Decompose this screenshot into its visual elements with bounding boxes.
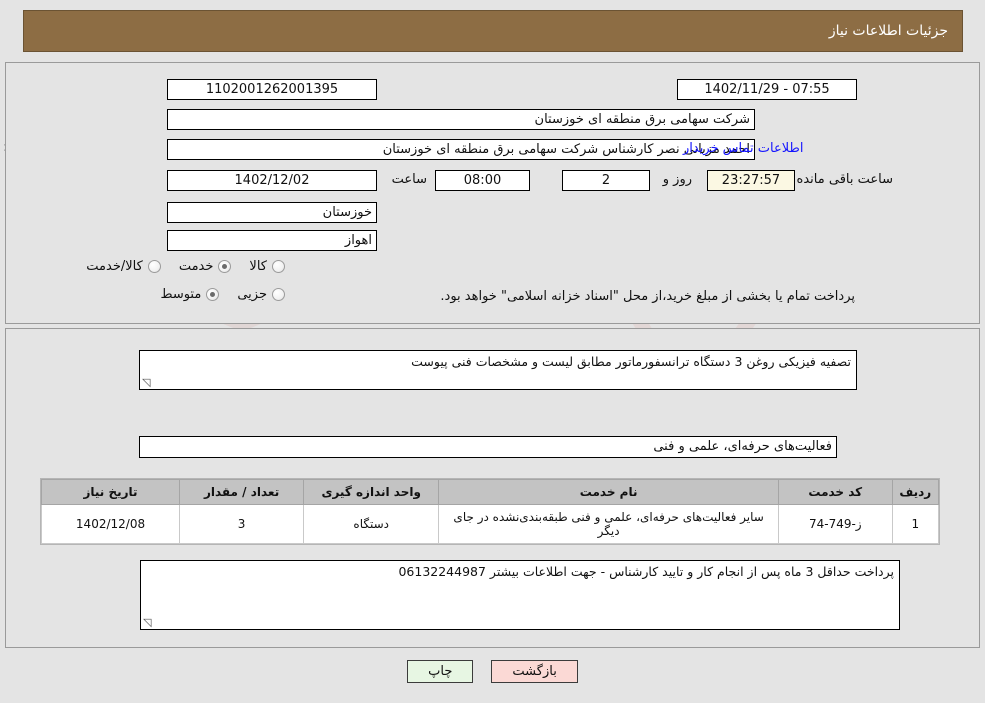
services-table-wrap: ردیف کد خدمت نام خدمت واحد اندازه گیری تعداد… [40, 478, 940, 545]
announce-date-value: 07:55 - 1402/11/29 [677, 79, 857, 100]
creator-value: احمد مزبانی نصر کارشناس شرکت سهامی برق م… [167, 139, 755, 160]
table-cell-date: 1402/12/08 [40, 504, 181, 544]
description-value: تصفیه فیزیکی روغن 3 دستگاه ترانسفورماتور… [411, 354, 851, 369]
category-option-label: کالا [249, 259, 267, 274]
need-number-value: 1102001262001395 [167, 79, 377, 100]
deadline-date-value: 1402/12/02 [167, 170, 377, 191]
table-header-cell: تعداد / مقدار [179, 479, 305, 505]
buyer-contact-link[interactable]: اطلاعات تماس خریدار [683, 141, 803, 156]
comments-value: پرداخت حداقل 3 ماه پس از انجام کار و تای… [398, 564, 894, 579]
category-radio-icon[interactable] [272, 260, 285, 273]
table-header-row: ردیف کد خدمت نام خدمت واحد اندازه گیری تعداد… [40, 479, 940, 505]
process-option-1[interactable]: متوسط [160, 287, 220, 302]
days-label: روز و [662, 172, 692, 187]
process-radio-icon[interactable] [206, 288, 220, 301]
services-table: ردیف کد خدمت نام خدمت واحد اندازه گیری تعداد… [40, 479, 940, 544]
process-option-0[interactable]: جزیی [237, 287, 285, 302]
process-option-label: متوسط [160, 287, 202, 302]
remaining-days-value: 2 [562, 170, 650, 191]
service-group-value: فعالیت‌های حرفه‌ای، علمی و فنی [139, 436, 837, 458]
page-header: جزئیات اطلاعات نیاز [23, 10, 963, 52]
remaining-label: ساعت باقی مانده [796, 172, 893, 187]
resize-grip-icon[interactable]: ◸ [142, 376, 152, 389]
table-cell-code: ز-749-74 [778, 504, 893, 544]
buyer-org-value: شرکت سهامی برق منطقه ای خوزستان [167, 109, 755, 130]
tender-details-page: AnaTender.net جزئیات اطلاعات نیاز شماره … [0, 0, 985, 703]
process-radio-icon[interactable] [272, 288, 285, 301]
category-radio-icon[interactable] [218, 260, 232, 273]
table-header-cell: نام خدمت [438, 479, 780, 505]
general-info-panel [5, 62, 980, 324]
comments-textarea[interactable]: پرداخت حداقل 3 ماه پس از انجام کار و تای… [140, 560, 900, 630]
table-row: 1 ز-749-74 سایر فعالیت‌های حرفه‌ای، علمی و… [40, 504, 940, 544]
table-header-cell: ردیف [891, 479, 940, 505]
table-cell-quantity: 3 [179, 504, 305, 544]
process-option-label: جزیی [237, 287, 267, 302]
category-option-1[interactable]: خدمت [179, 259, 232, 274]
category-radio-icon[interactable] [147, 260, 161, 273]
deadline-time-value: 08:00 [435, 170, 530, 191]
back-button[interactable]: بازگشت [491, 660, 578, 683]
action-buttons: بازگشت چاپ [0, 660, 985, 683]
description-textarea[interactable]: تصفیه فیزیکی روغن 3 دستگاه ترانسفورماتور… [139, 350, 857, 390]
print-button[interactable]: چاپ [407, 660, 474, 683]
process-radio-group: جزیی متوسط [160, 287, 285, 302]
table-header-cell: کد خدمت [778, 479, 893, 505]
category-option-label: خدمت [178, 259, 214, 274]
table-header-cell: واحد اندازه گیری [303, 479, 440, 505]
category-option-0[interactable]: کالا [249, 259, 285, 274]
city-value: اهواز [167, 230, 377, 251]
category-option-label: کالا/خدمت [86, 259, 143, 274]
countdown-value: 23:27:57 [707, 170, 795, 191]
payment-note: پرداخت تمام یا بخشی از مبلغ خرید،از محل … [440, 289, 855, 304]
province-value: خوزستان [167, 202, 377, 223]
category-radio-group: کالا خدمت کالا/خدمت [86, 259, 285, 274]
resize-grip-icon[interactable]: ◸ [143, 616, 153, 629]
hour-label: ساعت [391, 172, 427, 187]
category-option-2[interactable]: کالا/خدمت [86, 259, 161, 274]
table-header-cell: تاریخ نیاز [40, 479, 181, 505]
table-cell-index: 1 [891, 504, 940, 544]
table-cell-unit: دستگاه [303, 504, 440, 544]
table-cell-name: سایر فعالیت‌های حرفه‌ای، علمی و فنی طبقه… [438, 504, 780, 544]
page-title: جزئیات اطلاعات نیاز [828, 23, 948, 39]
